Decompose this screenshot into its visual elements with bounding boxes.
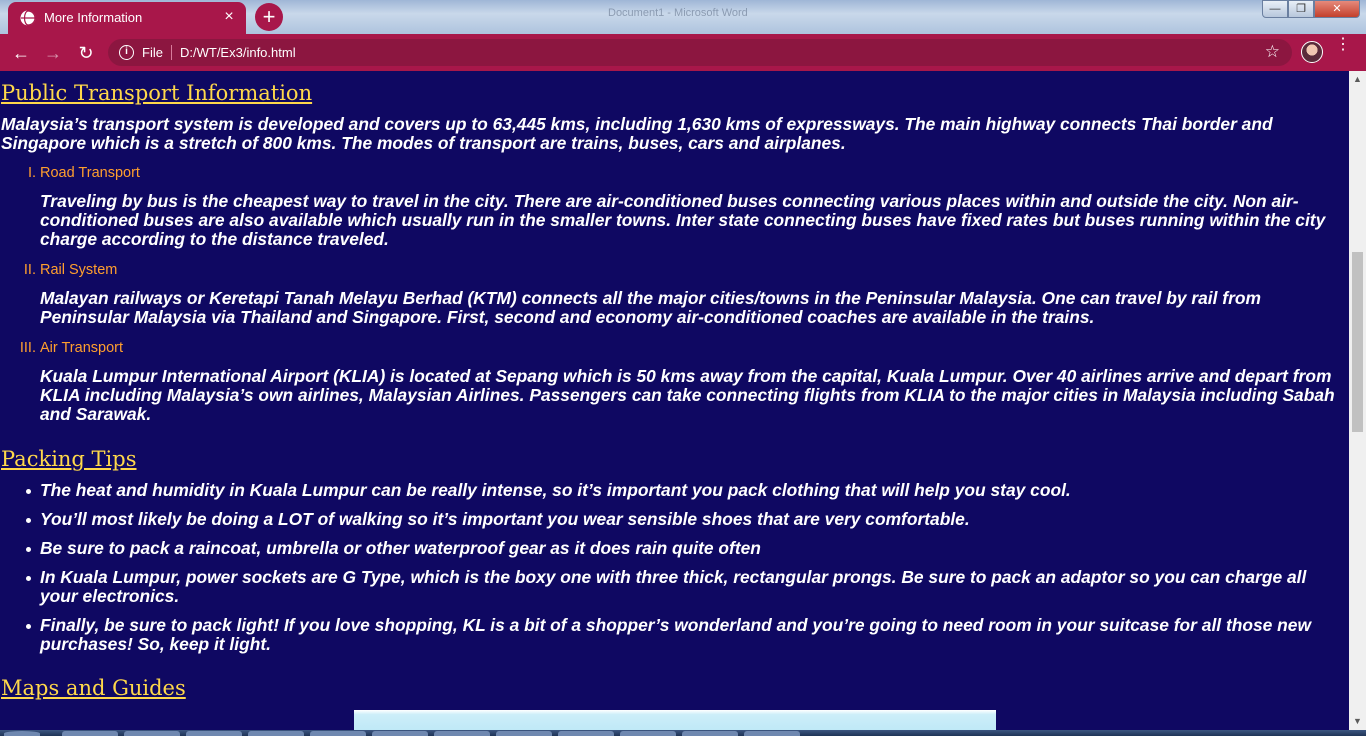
taskbar-app[interactable] (248, 731, 304, 736)
bookmark-star-icon[interactable]: ☆ (1265, 42, 1280, 62)
info-icon[interactable]: i (119, 45, 134, 60)
transport-heading: Public Transport Information (1, 81, 313, 105)
list-number: II. (23, 262, 36, 278)
packing-tip: Finally, be sure to pack light! If you l… (40, 615, 1311, 654)
taskbar-app[interactable] (496, 731, 552, 736)
taskbar-app[interactable] (124, 731, 180, 736)
taskbar-app[interactable] (310, 731, 366, 736)
vertical-scrollbar[interactable]: ▲ ▼ (1349, 71, 1366, 730)
menu-kebab-icon[interactable]: ⋮ (1335, 37, 1351, 65)
globe-icon (20, 10, 36, 26)
browser-tab-active[interactable]: More Information × (8, 2, 246, 34)
address-bar[interactable]: i File D:/WT/Ex3/info.html ☆ (108, 39, 1292, 66)
bullet-dot (26, 576, 31, 581)
road-transport-text: Traveling by bus is the cheapest way to … (40, 191, 1326, 249)
start-button[interactable] (4, 731, 40, 736)
forward-arrow-icon[interactable]: → (41, 41, 65, 65)
os-taskbar (0, 730, 1366, 736)
taskbar-app[interactable] (434, 731, 490, 736)
packing-tip: Be sure to pack a raincoat, umbrella or … (40, 538, 761, 558)
taskbar-app[interactable] (682, 731, 738, 736)
maximize-button[interactable]: ❐ (1288, 0, 1314, 18)
air-transport-title: Air Transport (40, 340, 123, 356)
bullet-dot (26, 518, 31, 523)
list-number: I. (27, 165, 36, 181)
taskbar-app[interactable] (62, 731, 118, 736)
background-window-title: Document1 - Microsoft Word (608, 7, 748, 19)
taskbar-app[interactable] (186, 731, 242, 736)
window-title-bar: More Information × + Document1 - Microso… (0, 0, 1366, 34)
taskbar-app[interactable] (744, 731, 800, 736)
maps-heading: Maps and Guides (1, 676, 186, 700)
taskbar-app[interactable] (558, 731, 614, 736)
scroll-down-arrow-icon[interactable]: ▼ (1349, 713, 1366, 730)
bullet-dot (26, 624, 31, 629)
taskbar-app[interactable] (372, 731, 428, 736)
list-number: III. (19, 340, 36, 356)
packing-tip: The heat and humidity in Kuala Lumpur ca… (40, 480, 1071, 500)
back-arrow-icon[interactable]: ← (9, 41, 33, 65)
page-viewport: Public Transport Information Malaysia’s … (0, 71, 1349, 730)
packing-tip: You’ll most likely be doing a LOT of wal… (40, 509, 970, 529)
air-transport-text: Kuala Lumpur International Airport (KLIA… (40, 366, 1335, 424)
transport-intro: Malaysia’s transport system is developed… (1, 114, 1273, 153)
rail-system-text: Malayan railways or Keretapi Tanah Melay… (40, 288, 1261, 327)
url-text[interactable]: D:/WT/Ex3/info.html (180, 45, 296, 60)
bullet-dot (26, 489, 31, 494)
tab-close-icon[interactable]: × (220, 8, 238, 26)
scrollbar-thumb[interactable] (1352, 252, 1363, 432)
packing-tip: In Kuala Lumpur, power sockets are G Typ… (40, 567, 1307, 606)
scroll-up-arrow-icon[interactable]: ▲ (1349, 71, 1366, 88)
profile-avatar[interactable] (1301, 41, 1323, 63)
reload-icon[interactable]: ↻ (74, 41, 98, 65)
bullet-dot (26, 547, 31, 552)
packing-heading: Packing Tips (1, 447, 137, 471)
url-separator (171, 45, 172, 60)
road-transport-title: Road Transport (40, 165, 140, 181)
rail-system-title: Rail System (40, 262, 118, 278)
new-tab-button[interactable]: + (255, 3, 283, 31)
minimize-button[interactable]: — (1262, 0, 1288, 18)
map-image (354, 710, 996, 730)
taskbar-app[interactable] (620, 731, 676, 736)
browser-toolbar: ← → ↻ i File D:/WT/Ex3/info.html ☆ ⋮ (0, 34, 1366, 71)
url-scheme-label: File (142, 45, 163, 60)
tab-title: More Information (44, 10, 143, 25)
close-window-button[interactable]: ✕ (1314, 0, 1360, 18)
